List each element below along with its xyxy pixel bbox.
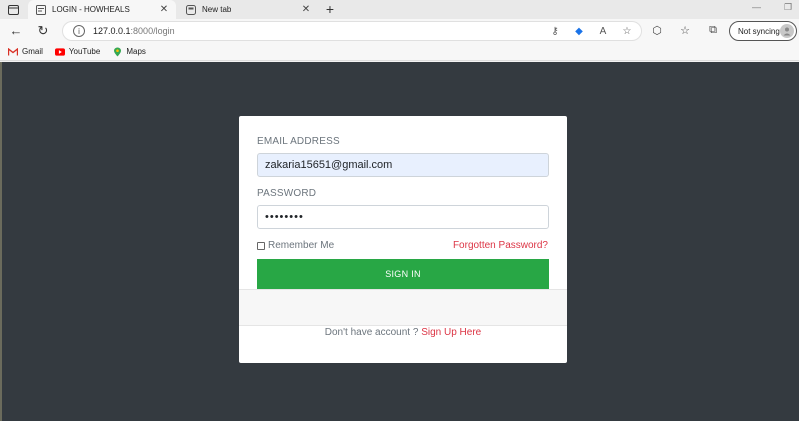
back-arrow-icon[interactable]: ← <box>8 23 24 39</box>
tab-new-tab[interactable]: New tab ✕ <box>178 0 318 19</box>
tag-icon[interactable]: ◆ <box>573 25 585 37</box>
toolbar-actions: ⬡ ☆ ⧉ <box>650 23 720 37</box>
remember-me[interactable]: Remember Me <box>257 240 334 251</box>
maps-icon <box>112 47 122 56</box>
browser-toolbar: ← ↻ i 127.0.0.1:8000/login ⚷ ◆ A ☆ ⬡ ☆ ⧉… <box>0 19 799 43</box>
tab-title: LOGIN - HOWHEALS <box>52 5 130 14</box>
tab-actions-icon[interactable] <box>4 2 22 17</box>
bookmark-label: Gmail <box>22 47 43 56</box>
bookmarks-bar: Gmail YouTube Maps <box>0 43 799 61</box>
tab-login[interactable]: LOGIN - HOWHEALS ✕ <box>28 0 176 19</box>
gmail-icon <box>8 47 18 56</box>
bookmark-gmail[interactable]: Gmail <box>8 47 43 56</box>
bookmark-label: YouTube <box>68 47 101 56</box>
remember-checkbox[interactable] <box>257 241 265 250</box>
url-text: 127.0.0.1:8000/login <box>93 26 175 36</box>
no-account-text: Don't have account ? <box>324 327 419 338</box>
url-path: :8000/login <box>130 26 175 36</box>
profile-button[interactable]: Not syncing <box>729 21 797 41</box>
close-tab-icon[interactable]: ✕ <box>158 4 170 15</box>
email-field[interactable] <box>257 153 549 177</box>
sign-up-link[interactable]: Sign Up Here <box>421 327 481 338</box>
address-bar-actions: ⚷ ◆ A ☆ <box>549 25 633 37</box>
new-tab-button[interactable]: + <box>322 1 338 17</box>
key-icon[interactable]: ⚷ <box>549 25 561 37</box>
reload-icon[interactable]: ↻ <box>35 23 51 39</box>
extensions-icon[interactable]: ⬡ <box>650 23 664 37</box>
favorite-add-icon[interactable]: ☆ <box>621 25 633 37</box>
bookmark-label: Maps <box>126 47 146 56</box>
read-aloud-icon[interactable]: A <box>597 25 609 37</box>
password-label: PASSWORD <box>257 188 317 199</box>
avatar-icon <box>780 24 794 38</box>
signup-row: Don't have account ? Sign Up Here <box>239 327 567 338</box>
tab-title: New tab <box>202 5 232 14</box>
address-bar[interactable]: i 127.0.0.1:8000/login ⚷ ◆ A ☆ <box>62 21 642 41</box>
sign-in-button[interactable]: SIGN IN <box>257 259 549 289</box>
youtube-icon <box>54 47 65 56</box>
collections-icon[interactable]: ⧉ <box>706 23 720 37</box>
favorites-icon[interactable]: ☆ <box>678 23 692 37</box>
bookmark-maps[interactable]: Maps <box>112 47 146 56</box>
browser-window: LOGIN - HOWHEALS ✕ New tab ✕ + — ❐ ← ↻ i… <box>0 0 799 421</box>
page-background: EMAIL ADDRESS PASSWORD Remember Me Forgo… <box>0 62 799 421</box>
email-label: EMAIL ADDRESS <box>257 136 340 147</box>
minimize-icon[interactable]: — <box>752 2 761 12</box>
close-tab-icon[interactable]: ✕ <box>300 4 312 15</box>
newtab-icon <box>186 4 196 15</box>
url-host: 127.0.0.1 <box>93 26 131 36</box>
globe-icon <box>36 4 46 15</box>
password-field[interactable] <box>257 205 549 229</box>
login-card: EMAIL ADDRESS PASSWORD Remember Me Forgo… <box>239 116 567 363</box>
forgot-password-link[interactable]: Forgotten Password? <box>453 240 548 251</box>
card-footer <box>239 289 567 326</box>
bookmark-youtube[interactable]: YouTube <box>54 47 101 56</box>
tab-strip: LOGIN - HOWHEALS ✕ New tab ✕ + — ❐ <box>0 0 799 19</box>
restore-icon[interactable]: ❐ <box>784 2 792 13</box>
info-icon[interactable]: i <box>73 25 85 37</box>
remember-label: Remember Me <box>268 240 335 251</box>
profile-label: Not syncing <box>738 26 780 36</box>
